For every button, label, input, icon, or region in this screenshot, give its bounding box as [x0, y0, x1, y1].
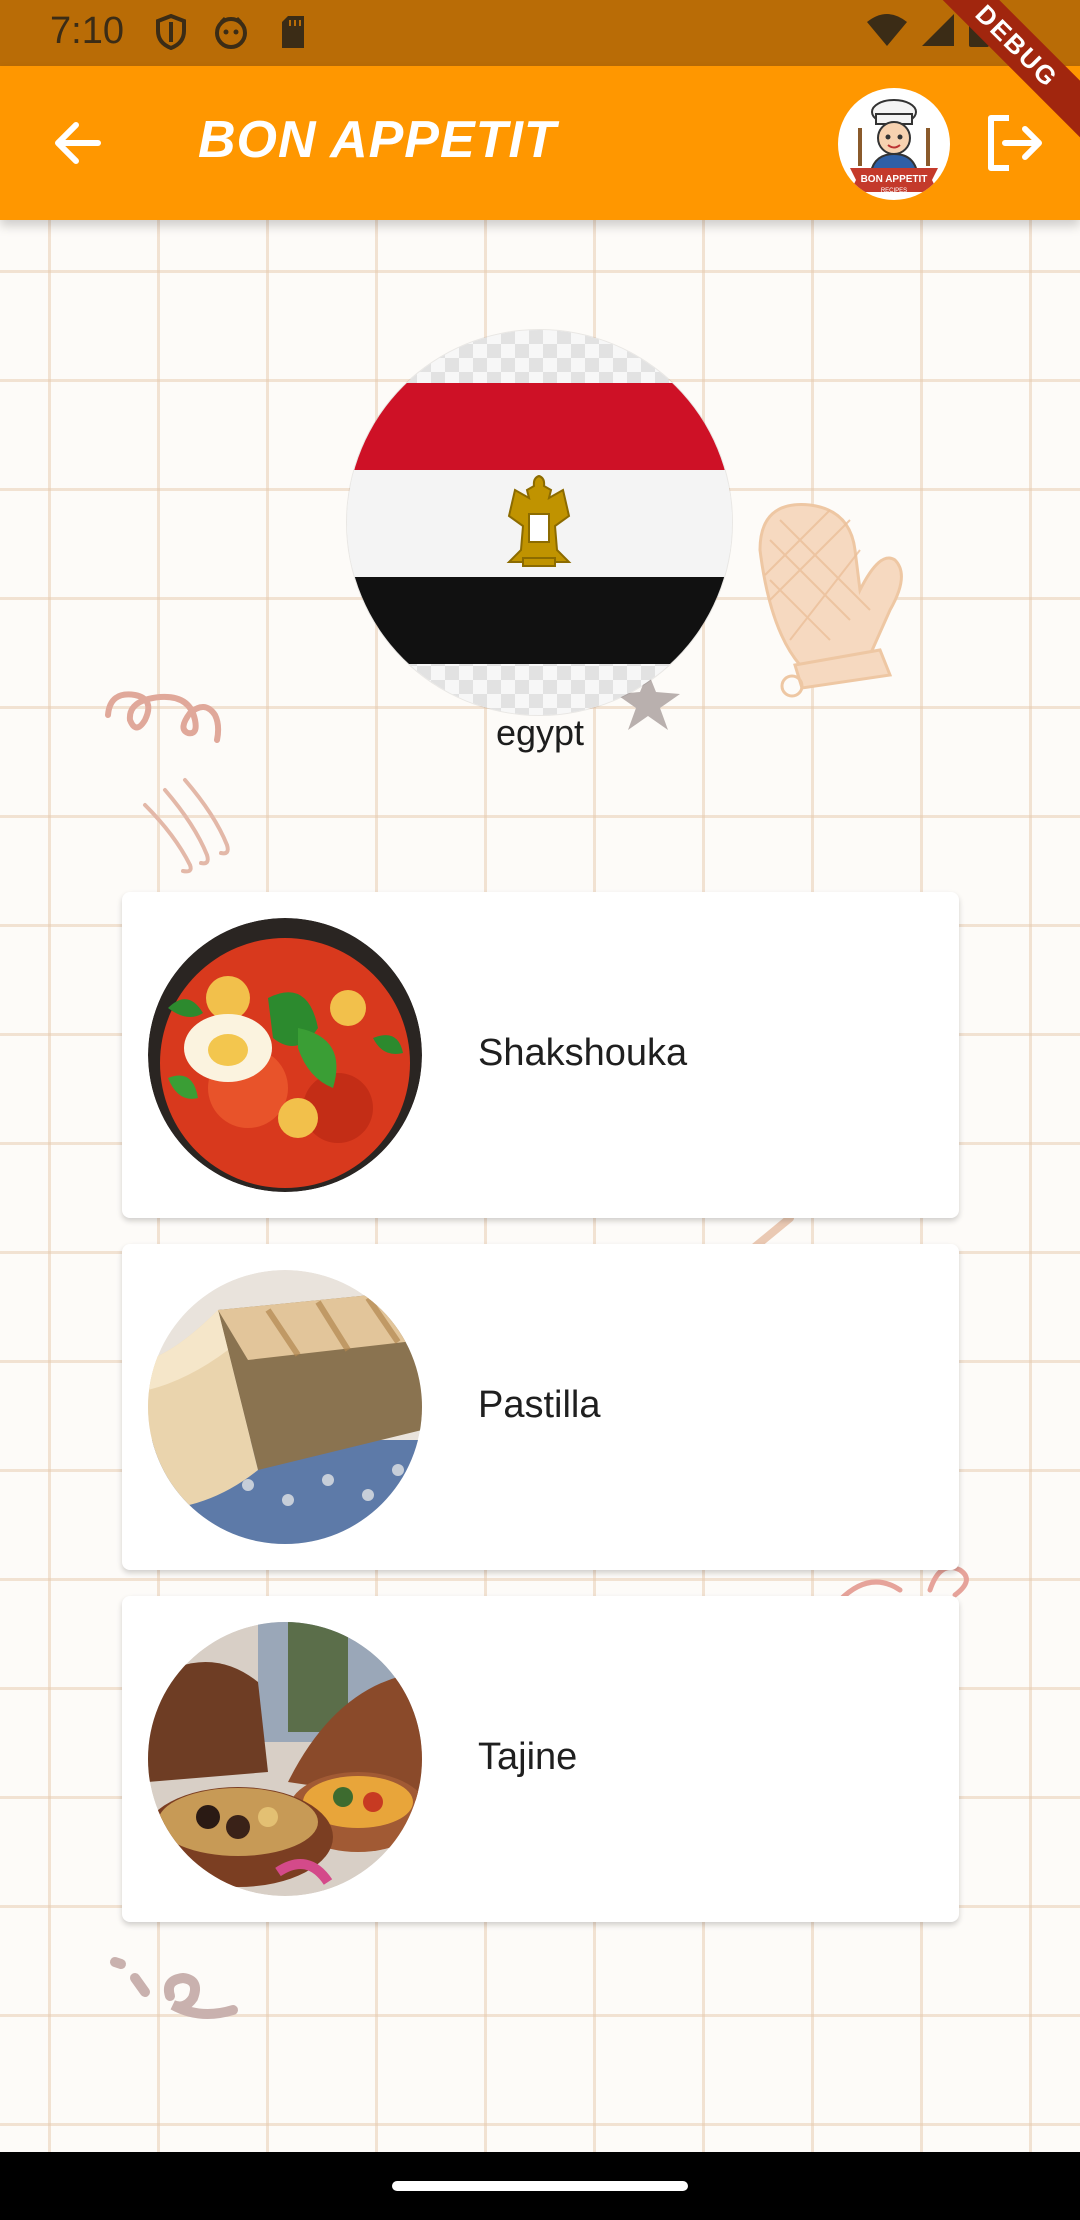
status-time: 7:10 [50, 10, 124, 52]
dash-lines-doodle [143, 778, 230, 874]
wifi-icon [867, 14, 907, 46]
meal-card-shakshouka[interactable]: Shakshouka [122, 892, 959, 1218]
meal-card-pastilla[interactable]: Pastilla [122, 1244, 959, 1570]
back-arrow-icon[interactable] [48, 113, 108, 173]
eagle-emblem-icon [506, 474, 572, 567]
oven-mitt-doodle [758, 503, 903, 698]
meal-name: Pastilla [478, 1384, 601, 1426]
status-bar: 7:10 [0, 0, 1080, 66]
meal-name: Shakshouka [478, 1032, 688, 1074]
face-icon [215, 16, 247, 49]
logout-icon[interactable] [983, 112, 1045, 174]
bottom-swirl-doodle [110, 1957, 238, 2019]
meal-name: Tajine [478, 1736, 578, 1778]
logo-text: BON APPETIT [861, 174, 928, 185]
country-name: egypt [495, 712, 585, 753]
meal-card-tajine[interactable]: Tajine [122, 1596, 959, 1922]
home-gesture-handle[interactable] [392, 2181, 688, 2191]
flag-black-stripe [347, 577, 732, 664]
chef-logo-icon: BON APPETIT RECIPES [840, 90, 948, 198]
system-nav-bar [0, 2152, 1080, 2220]
app-bar: BON APPETIT BON APPETIT RECIPES [0, 66, 1080, 220]
sd-card-icon [282, 16, 304, 48]
shakshouka-photo [148, 918, 422, 1192]
swirl-doodle [105, 691, 222, 743]
chef-logo-avatar[interactable]: BON APPETIT RECIPES [838, 88, 950, 200]
flag-red-stripe [347, 383, 732, 470]
logo-subtext: RECIPES [881, 188, 907, 194]
tajine-photo [148, 1622, 422, 1896]
country-flag [347, 330, 732, 715]
cell-signal-icon [922, 14, 954, 46]
pastilla-photo [148, 1270, 422, 1544]
shield-icon [156, 14, 186, 50]
app-title: BON APPETIT [198, 111, 557, 169]
